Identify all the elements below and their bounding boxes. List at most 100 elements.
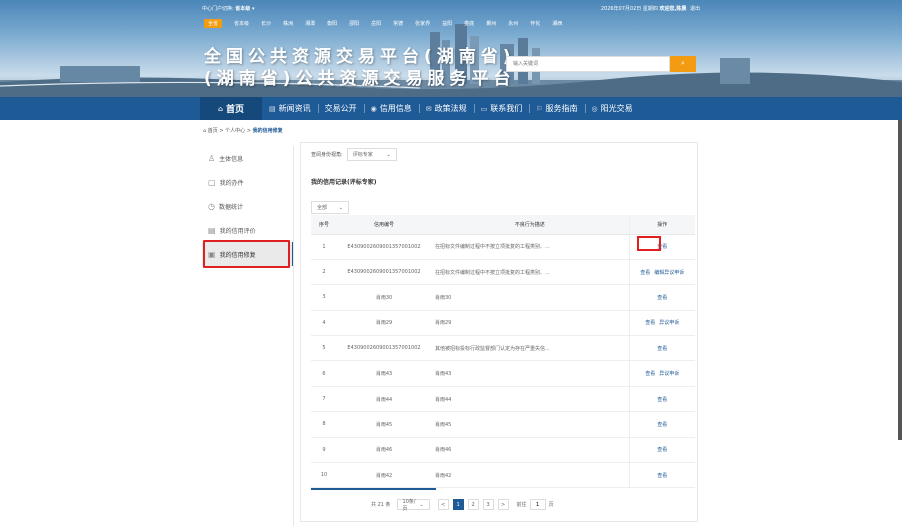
cell-no: 1 <box>311 234 337 260</box>
city-link[interactable]: 省本级 <box>234 20 249 27</box>
city-link[interactable]: 长沙 <box>261 20 271 27</box>
cell-actions: 查看 <box>628 411 695 438</box>
role-select[interactable]: 评标专家 ⌄ <box>346 148 397 161</box>
table-row: 9 肖雨46 肖雨46 查看 <box>311 437 695 464</box>
page-size-select[interactable]: 10条/页 ⌄ <box>396 499 430 512</box>
cell-desc: 肖雨30 <box>431 284 629 311</box>
breadcrumb-sep: > <box>245 128 253 134</box>
nav-item-label: 交易公开 <box>324 104 357 113</box>
city-link[interactable]: 永州 <box>508 20 518 27</box>
appeal-link[interactable]: 异议申诉 <box>659 371 679 377</box>
city-link[interactable]: 衡阳 <box>327 20 337 27</box>
cell-no: 6 <box>311 360 337 387</box>
sidebar-item[interactable]: ▢ 我的办件 <box>202 170 292 194</box>
nav-item[interactable]: ▭ 联系我们 <box>473 97 530 120</box>
appeal-link[interactable]: 编辑异议申诉 <box>654 270 684 276</box>
cell-desc: 肖雨46 <box>431 437 629 464</box>
city-link[interactable]: 株洲 <box>283 20 293 27</box>
view-link[interactable]: 查看 <box>640 270 650 276</box>
goto-page-input[interactable] <box>529 499 546 510</box>
nav-item-label: 服务指南 <box>545 104 578 113</box>
credit-icon: ◉ <box>370 104 377 113</box>
nav-item-label: 政策法规 <box>434 104 467 113</box>
cell-code: 肖雨45 <box>337 411 431 438</box>
role-value: 评标专家 <box>352 152 373 158</box>
sidebar-item-label: 我的办件 <box>219 179 244 187</box>
page-number-button[interactable]: 1 <box>452 499 464 510</box>
status-filter-select[interactable]: 全部 ⌄ <box>311 201 349 214</box>
view-link[interactable]: 查看 <box>645 371 655 377</box>
sidebar-item[interactable]: ◷ 数据统计 <box>202 194 292 218</box>
col-header-no: 序号 <box>311 215 337 235</box>
nav-item[interactable]: ▤ 新闻资讯 <box>262 97 318 120</box>
table-scrollbar[interactable] <box>311 488 436 490</box>
city-link[interactable]: 湘西 <box>552 20 562 27</box>
cell-desc: 其他被招标投标行政监督部门认定为存在严重失信... <box>431 335 629 362</box>
nav-item[interactable]: ✉ 政策法规 <box>418 97 474 120</box>
cell-actions: 查看 <box>628 335 695 362</box>
city-link[interactable]: 怀化 <box>530 20 540 27</box>
nav-item[interactable]: ◉ 信用信息 <box>363 97 419 120</box>
contact-icon: ▭ <box>480 104 488 113</box>
top-info-bar: 中心门户切换: 省本级 ▾ 2026年07月02日 星期四 欢迎您,陈晨 退出 <box>200 4 702 14</box>
cell-no: 2 <box>311 259 337 286</box>
breadcrumb-mid[interactable]: 个人中心 <box>225 128 245 134</box>
appeal-link[interactable]: 异议申诉 <box>659 320 679 326</box>
view-link[interactable]: 查看 <box>657 422 667 428</box>
sidebar-item[interactable]: ♙ 主体信息 <box>202 146 292 170</box>
cell-actions: 查看 异议申诉 <box>628 310 695 337</box>
chevron-down-icon: ⌄ <box>419 501 424 508</box>
logout-link[interactable]: 退出 <box>690 6 700 12</box>
window-scrollbar[interactable] <box>898 120 902 440</box>
table-row: 3 肖雨30 肖雨30 查看 <box>311 284 695 311</box>
view-link[interactable]: 查看 <box>657 346 667 352</box>
city-link[interactable]: 益阳 <box>442 20 452 27</box>
portal-switch[interactable]: 省本级 ▾ <box>235 6 254 12</box>
breadcrumb: ⌂ 首页 > 个人中心 > 我的信用修复 <box>203 127 283 134</box>
cell-actions: 查看 异议申诉 <box>628 360 695 387</box>
cell-code: 肖雨44 <box>337 386 431 413</box>
next-page-button[interactable]: > <box>497 499 509 510</box>
search-input[interactable] <box>506 56 670 72</box>
view-link[interactable]: 查看 <box>657 473 667 479</box>
breadcrumb-home[interactable]: 首页 <box>208 128 218 134</box>
view-link[interactable]: 查看 <box>657 295 667 301</box>
cell-code: E4309002609001357001002 <box>337 335 431 362</box>
cell-desc: 肖雨43 <box>431 360 629 387</box>
nav-item[interactable]: ⌂ 首页 <box>200 97 262 120</box>
nav-item[interactable]: ◎ 阳光交易 <box>584 97 640 120</box>
view-link[interactable]: 查看 <box>657 447 667 453</box>
cell-code: 肖雨29 <box>337 310 431 337</box>
records-title: 我的信用记录(评标专家) <box>311 179 377 186</box>
city-link[interactable]: 张家界 <box>415 20 430 27</box>
col-header-desc: 不良行为描述 <box>431 215 629 235</box>
page-number-button[interactable]: 3 <box>482 499 494 510</box>
city-link[interactable]: 娄底 <box>464 20 474 27</box>
city-link[interactable]: 郴州 <box>486 20 496 27</box>
cell-no: 5 <box>311 335 337 362</box>
nav-item[interactable]: 交易公开 <box>317 97 364 120</box>
sun-icon: ◎ <box>591 104 598 113</box>
cell-no: 3 <box>311 284 337 311</box>
date-text: 2026年07月02日 星期四 <box>600 6 658 12</box>
city-link[interactable]: 邵阳 <box>349 20 359 27</box>
city-link[interactable]: 全省 <box>204 18 223 28</box>
view-link[interactable]: 查看 <box>645 320 655 326</box>
page-number-button[interactable]: 2 <box>467 499 479 510</box>
city-link[interactable]: 岳阳 <box>371 20 381 27</box>
cell-code: 肖雨46 <box>337 437 431 464</box>
prev-page-button[interactable]: < <box>437 499 449 510</box>
view-link[interactable]: 查看 <box>657 397 667 403</box>
city-link[interactable]: 湘潭 <box>305 20 315 27</box>
chevron-down-icon: ⌄ <box>386 151 391 158</box>
table-row: 10 肖雨42 肖雨42 查看 <box>311 462 695 489</box>
portal-label: 中心门户切换: <box>202 6 234 12</box>
nav-item[interactable]: ⚐ 服务指南 <box>529 97 584 120</box>
cell-code: 肖雨30 <box>337 284 431 311</box>
city-link[interactable]: 常德 <box>393 20 403 27</box>
sidebar-item[interactable]: ▤ 我的信用评价 <box>202 218 292 242</box>
goto-label: 前往 <box>516 502 527 508</box>
search-button[interactable]: ⌕ <box>670 56 696 72</box>
table-row: 6 肖雨43 肖雨43 查看 异议申诉 <box>311 360 695 387</box>
role-label: 查阅身份视角: <box>311 152 343 158</box>
